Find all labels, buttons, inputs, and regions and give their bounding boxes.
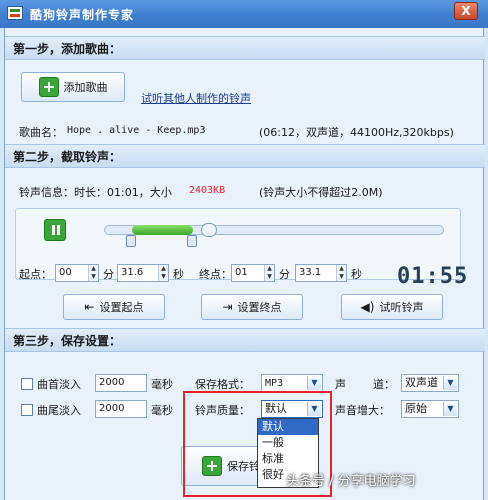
app-icon xyxy=(7,6,23,20)
step1-heading: 第一步，添加歌曲： xyxy=(5,36,485,60)
start-sec-value: 31.6 xyxy=(121,267,144,278)
start-min-unit: 分 xyxy=(103,268,114,281)
window-title: 酷狗铃声制作专家 xyxy=(30,8,135,22)
chevron-down-icon[interactable]: ▼ xyxy=(307,376,321,390)
boost-value: 原始 xyxy=(405,402,427,415)
end-sec-field[interactable]: 33.1 ▲ ▼ xyxy=(295,264,347,282)
preview-label: 试听铃声 xyxy=(379,301,424,314)
time-display: 01:55 xyxy=(397,264,469,289)
start-sec-spinner[interactable]: ▲ ▼ xyxy=(158,265,168,281)
speaker-icon: ◀) xyxy=(360,300,375,314)
listen-others-link[interactable]: 试听其他人制作的铃声 xyxy=(141,90,251,106)
fade-in-ms-value: 2000 xyxy=(99,377,125,388)
selection-track[interactable] xyxy=(104,225,444,235)
channel-label-a: 声 xyxy=(335,378,346,391)
start-min-value: 00 xyxy=(59,267,72,278)
chevron-down-icon[interactable]: ▼ xyxy=(443,376,457,390)
add-icon xyxy=(38,77,59,97)
set-start-label: 设置起点 xyxy=(99,301,144,314)
fade-in-checkbox[interactable] xyxy=(21,378,33,390)
fade-in-ms-unit: 毫秒 xyxy=(151,378,173,391)
fade-in-label: 曲首淡入 xyxy=(37,378,81,391)
fade-out-ms-field[interactable]: 2000 xyxy=(95,400,147,418)
boost-select[interactable]: 原始 ▼ xyxy=(401,400,459,418)
size-note: (铃声大小不得超过2.0M) xyxy=(259,186,383,199)
close-button[interactable]: X xyxy=(454,2,478,20)
start-min-spinner[interactable]: ▲ ▼ xyxy=(88,265,98,281)
start-sec-unit: 秒 xyxy=(173,268,184,281)
step2-heading: 第二步，截取铃声： xyxy=(5,144,485,168)
end-sec-value: 33.1 xyxy=(299,267,322,278)
start-sec-field[interactable]: 31.6 ▲ ▼ xyxy=(117,264,169,282)
fade-in-ms-field[interactable]: 2000 xyxy=(95,374,147,392)
channel-value: 双声道 xyxy=(405,376,438,389)
end-sec-unit: 秒 xyxy=(351,268,362,281)
selection-fill xyxy=(132,225,194,235)
chevron-down-icon[interactable]: ▼ xyxy=(443,402,457,416)
channel-label-b: 道： xyxy=(373,378,395,391)
set-start-button[interactable]: ⇤ 设置起点 xyxy=(63,294,165,320)
ringtone-info-label: 铃声信息：时长：01:01，大小 xyxy=(19,186,172,199)
end-min-unit: 分 xyxy=(279,268,290,281)
song-name-value: Hope . alive - Keep.mp3 xyxy=(67,125,206,136)
set-end-label: 设置终点 xyxy=(237,301,282,314)
start-label: 起点： xyxy=(19,268,52,281)
add-song-label: 添加歌曲 xyxy=(63,81,108,94)
song-name-label: 歌曲名： xyxy=(19,126,63,139)
end-label: 终点： xyxy=(199,268,232,281)
fade-out-ms-unit: 毫秒 xyxy=(151,404,173,417)
format-select[interactable]: MP3 ▼ xyxy=(261,374,323,392)
end-marker[interactable] xyxy=(187,235,198,247)
boost-label: 声音增大： xyxy=(335,404,390,417)
channel-select[interactable]: 双声道 ▼ xyxy=(401,374,459,392)
fade-out-ms-value: 2000 xyxy=(99,403,125,414)
title-bar: 酷狗铃声制作专家 X xyxy=(0,0,488,28)
pause-button[interactable] xyxy=(44,219,66,241)
end-min-field[interactable]: 01 ▲ ▼ xyxy=(231,264,275,282)
watermark-text: 头条号 / 分享电脑学习 xyxy=(286,474,416,489)
start-marker[interactable] xyxy=(126,235,137,247)
set-end-icon: ⇥ xyxy=(222,300,233,314)
preview-button[interactable]: ◀) 试听铃声 xyxy=(341,294,443,320)
song-info: (06:12，双声道，44100Hz,320kbps) xyxy=(259,126,454,139)
set-start-icon: ⇤ xyxy=(84,300,95,314)
fade-out-label: 曲尾淡入 xyxy=(37,404,81,417)
end-min-spinner[interactable]: ▲ ▼ xyxy=(264,265,274,281)
format-label: 保存格式： xyxy=(195,378,250,391)
fade-out-checkbox[interactable] xyxy=(21,404,33,416)
ringtone-size: 2403KB xyxy=(189,185,226,196)
playhead-thumb[interactable] xyxy=(201,223,218,237)
end-min-value: 01 xyxy=(235,267,248,278)
step3-heading: 第三步，保存设置： xyxy=(5,328,485,352)
add-song-button[interactable]: 添加歌曲 xyxy=(21,72,125,102)
end-sec-spinner[interactable]: ▲ ▼ xyxy=(336,265,346,281)
format-value: MP3 xyxy=(265,378,284,389)
set-end-button[interactable]: ⇥ 设置终点 xyxy=(201,294,303,320)
start-min-field[interactable]: 00 ▲ ▼ xyxy=(55,264,99,282)
